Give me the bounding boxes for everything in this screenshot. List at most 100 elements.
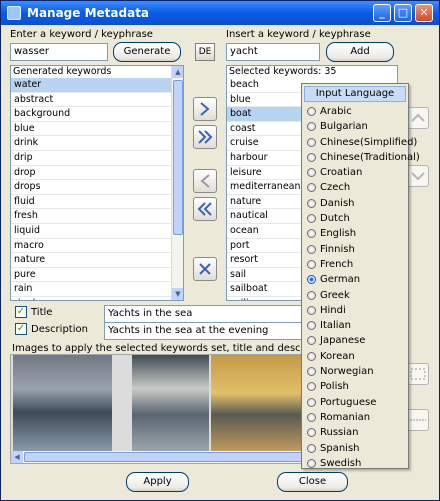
scroll-left-arrow-icon[interactable]: ◀ (11, 451, 23, 463)
radio-icon[interactable] (307, 428, 316, 438)
radio-icon[interactable] (307, 443, 316, 453)
title-input[interactable]: Yachts in the sea (104, 305, 304, 323)
generated-keyword-item[interactable]: abstract (11, 93, 171, 108)
generated-keyword-item[interactable]: fluid (11, 195, 171, 210)
image-thumbnail[interactable] (211, 355, 303, 451)
radio-icon[interactable] (307, 214, 316, 224)
generated-keyword-item[interactable]: nature (11, 253, 171, 268)
language-option[interactable]: Polish (302, 379, 408, 394)
radio-icon[interactable] (307, 458, 316, 468)
clear-button[interactable] (193, 257, 217, 281)
generated-keyword-item[interactable]: drops (11, 180, 171, 195)
move-down-button[interactable] (407, 165, 429, 187)
close-button[interactable]: Close (277, 472, 348, 492)
language-option[interactable]: Swedish (302, 456, 408, 471)
language-option[interactable]: Danish (302, 196, 408, 211)
language-option[interactable]: Spanish (302, 441, 408, 456)
radio-icon[interactable] (307, 168, 316, 178)
language-option[interactable]: French (302, 257, 408, 272)
close-window-button[interactable]: ✕ (415, 4, 433, 22)
radio-icon[interactable] (307, 275, 316, 285)
scroll-up-arrow-icon[interactable]: ▲ (172, 66, 183, 78)
radio-icon[interactable] (307, 183, 316, 193)
radio-icon[interactable] (307, 336, 316, 346)
insert-keyword-input[interactable]: yacht (226, 43, 320, 61)
scroll-thumb[interactable] (173, 80, 183, 235)
language-option[interactable]: Czech (302, 180, 408, 195)
radio-icon[interactable] (307, 397, 316, 407)
apply-button[interactable]: Apply (126, 472, 189, 492)
generated-keyword-item[interactable]: macro (11, 239, 171, 254)
language-option[interactable]: Russian (302, 425, 408, 440)
language-option[interactable]: Norwegian (302, 364, 408, 379)
grid-button[interactable] (407, 363, 429, 385)
radio-icon[interactable] (307, 351, 316, 361)
language-option[interactable]: English (302, 226, 408, 241)
language-option[interactable]: German (302, 272, 408, 287)
radio-icon[interactable] (307, 290, 316, 300)
radio-icon[interactable] (307, 259, 316, 269)
generated-keyword-item[interactable]: background (11, 107, 171, 122)
language-option[interactable]: Hindi (302, 303, 408, 318)
horizontal-scroll-thumb[interactable] (24, 452, 304, 462)
description-input[interactable]: Yachts in the sea at the evening (104, 322, 304, 340)
remove-one-button[interactable] (193, 169, 217, 193)
language-option[interactable]: Dutch (302, 211, 408, 226)
radio-icon[interactable] (307, 152, 316, 162)
radio-icon[interactable] (307, 244, 316, 254)
language-option[interactable]: Greek (302, 288, 408, 303)
language-option[interactable]: Japanese (302, 333, 408, 348)
radio-icon[interactable] (307, 122, 316, 132)
radio-icon[interactable] (307, 229, 316, 239)
keyword-input[interactable]: wasser (10, 43, 108, 61)
radio-icon[interactable] (307, 382, 316, 392)
maximize-button[interactable]: □ (394, 4, 412, 22)
language-option[interactable]: Croatian (302, 165, 408, 180)
generated-keyword-item[interactable]: pure (11, 268, 171, 283)
radio-icon[interactable] (307, 305, 316, 315)
generated-keyword-item[interactable]: liquid (11, 224, 171, 239)
add-button[interactable]: Add (326, 42, 394, 62)
remove-all-button[interactable] (193, 197, 217, 221)
generated-keywords-scrollbar[interactable]: ▲ ▼ (171, 66, 183, 300)
generated-keyword-item[interactable]: drop (11, 166, 171, 181)
language-option[interactable]: Chinese(Traditional) (302, 150, 420, 165)
language-option[interactable]: Portuguese (302, 395, 408, 410)
generated-keyword-item[interactable]: fresh (11, 209, 171, 224)
generated-keywords-list[interactable]: Generated keywords water abstract backgrou… (10, 65, 184, 301)
image-thumbnail[interactable] (132, 355, 209, 451)
language-option[interactable]: Arabic (302, 104, 408, 119)
radio-icon[interactable] (307, 367, 316, 377)
generated-keyword-item[interactable]: blue (11, 122, 171, 137)
language-option[interactable]: Finnish (302, 242, 408, 257)
add-all-button[interactable] (193, 125, 217, 149)
title-bar[interactable]: Manage Metadata _ □ ✕ (1, 1, 439, 25)
radio-icon[interactable] (307, 321, 316, 331)
title-checkbox[interactable]: ✓ (15, 306, 27, 318)
generated-keyword-item[interactable]: ripple (11, 297, 171, 300)
description-checkbox[interactable]: ✓ (15, 323, 27, 335)
generated-keyword-item[interactable]: drink (11, 136, 171, 151)
generate-button[interactable]: Generate (113, 42, 181, 62)
scroll-down-arrow-icon[interactable]: ▼ (172, 288, 183, 300)
image-thumbnail[interactable] (13, 355, 112, 451)
minimize-button[interactable]: _ (373, 4, 391, 22)
generated-keyword-item[interactable]: water (11, 78, 171, 93)
generated-keyword-item[interactable]: rain (11, 282, 171, 297)
list-button[interactable] (407, 409, 429, 431)
language-option[interactable]: Bulgarian (302, 119, 408, 134)
radio-icon[interactable] (307, 107, 316, 116)
radio-icon[interactable] (307, 412, 316, 422)
language-button[interactable]: DE (195, 43, 215, 61)
radio-icon[interactable] (307, 137, 316, 147)
images-scrollbar[interactable]: ◀ (11, 451, 304, 463)
language-option[interactable]: Romanian (302, 410, 408, 425)
language-option[interactable]: Korean (302, 349, 408, 364)
input-language-popup[interactable]: Input Language Arabic Bulgarian Chinese(Si… (301, 83, 420, 471)
language-option[interactable]: Chinese(Simplified) (302, 135, 417, 150)
move-up-button[interactable] (407, 107, 429, 129)
radio-icon[interactable] (307, 198, 316, 208)
add-one-button[interactable] (193, 97, 217, 121)
generated-keyword-item[interactable]: drip (11, 151, 171, 166)
language-option[interactable]: Italian (302, 318, 408, 333)
